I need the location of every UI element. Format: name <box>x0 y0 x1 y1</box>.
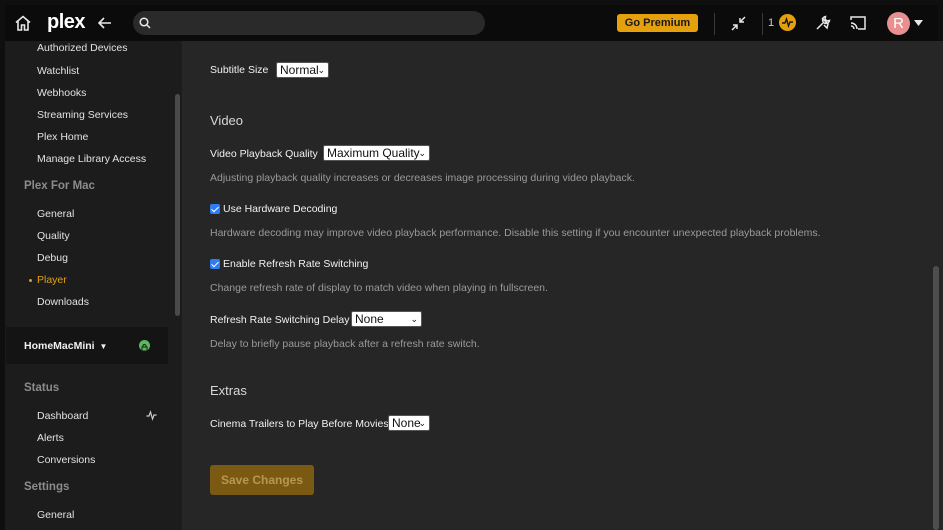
playback-quality-select[interactable]: Maximum Quality ⌄ <box>323 145 430 161</box>
toolbar-divider <box>762 13 763 35</box>
avatar[interactable]: R <box>887 12 910 35</box>
main-scrollbar[interactable] <box>933 266 939 530</box>
avatar-initial: R <box>893 15 904 32</box>
sidebar-item-alerts[interactable]: Alerts <box>37 432 64 444</box>
sidebar-section-plex-for-mac: Plex For Mac <box>24 180 95 192</box>
home-icon[interactable] <box>14 14 32 32</box>
sidebar-section-status: Status <box>24 382 60 394</box>
sidebar-item-webhooks[interactable]: Webhooks <box>37 87 86 99</box>
sidebar-scrollbar[interactable] <box>175 94 180 316</box>
sidebar-item-player[interactable]: Player <box>37 274 67 286</box>
sidebar-item-conversions[interactable]: Conversions <box>37 454 95 466</box>
player-settings-panel: Subtitle Size Normal ⌄ Video Video Playba… <box>182 41 943 530</box>
sidebar-item-authorized-devices[interactable]: Authorized Devices <box>37 42 127 54</box>
refresh-delay-label: Refresh Rate Switching Delay <box>210 314 350 326</box>
back-arrow-icon[interactable] <box>97 15 113 31</box>
search-input[interactable] <box>159 11 483 37</box>
video-section-title: Video <box>210 113 244 128</box>
minimize-icon[interactable] <box>730 15 747 32</box>
playback-quality-label: Video Playback Quality <box>210 148 318 160</box>
select-chevron-icon: ⌄ <box>418 418 426 428</box>
sidebar-item-quality[interactable]: Quality <box>37 230 70 242</box>
plex-logo-text: plex <box>47 11 86 33</box>
chevron-down-icon[interactable] <box>914 20 923 26</box>
select-chevron-icon: ⌄ <box>317 65 325 75</box>
go-premium-button[interactable]: Go Premium <box>617 14 698 32</box>
select-chevron-icon: ⌄ <box>418 148 426 158</box>
save-changes-button[interactable]: Save Changes <box>210 465 314 495</box>
activity-icon[interactable] <box>779 14 796 31</box>
toolbar-divider <box>714 13 715 35</box>
refresh-delay-help: Delay to briefly pause playback after a … <box>210 338 480 350</box>
sidebar-item-downloads[interactable]: Downloads <box>37 296 89 308</box>
sidebar-item-debug[interactable]: Debug <box>37 252 68 264</box>
sidebar-item-dashboard[interactable]: Dashboard <box>37 410 88 422</box>
cinema-trailers-select[interactable]: None ⌄ <box>388 415 430 431</box>
sidebar-item-watchlist[interactable]: Watchlist <box>37 65 79 77</box>
refresh-switch-checkbox[interactable] <box>210 259 220 269</box>
subtitle-size-select[interactable]: Normal ⌄ <box>276 62 329 78</box>
activity-count[interactable]: 1 <box>768 17 774 29</box>
hw-decoding-checkbox[interactable] <box>210 204 220 214</box>
refresh-switch-help: Change refresh rate of display to match … <box>210 282 548 294</box>
refresh-switch-label[interactable]: Enable Refresh Rate Switching <box>223 258 368 270</box>
hw-decoding-help: Hardware decoding may improve video play… <box>210 227 821 239</box>
sidebar-item-streaming-services[interactable]: Streaming Services <box>37 109 128 121</box>
plex-logo[interactable]: plex <box>47 11 86 34</box>
sidebar-item-server-general[interactable]: General <box>37 509 74 521</box>
top-bar: plex Go Premium 1 R <box>5 5 938 41</box>
playback-quality-help: Adjusting playback quality increases or … <box>210 172 635 184</box>
refresh-delay-select[interactable]: None ⌄ <box>351 311 422 327</box>
pulse-icon <box>146 410 157 421</box>
server-name: HomeMacMini ▼ <box>24 340 108 352</box>
active-indicator <box>29 279 32 282</box>
sidebar-item-general[interactable]: General <box>37 208 74 220</box>
extras-section-title: Extras <box>210 383 247 398</box>
sidebar-item-plex-home[interactable]: Plex Home <box>37 131 88 143</box>
hw-decoding-label[interactable]: Use Hardware Decoding <box>223 203 337 215</box>
search-icon <box>139 17 151 29</box>
select-chevron-icon: ⌄ <box>410 314 418 324</box>
settings-sidebar: Authorized Devices Watchlist Webhooks St… <box>5 41 182 530</box>
settings-wrench-icon[interactable] <box>814 14 832 32</box>
cast-icon[interactable] <box>849 15 867 31</box>
sidebar-item-manage-library-access[interactable]: Manage Library Access <box>37 153 146 165</box>
sidebar-section-settings: Settings <box>24 481 70 493</box>
server-selector[interactable]: HomeMacMini ▼ <box>6 327 168 364</box>
search-bar[interactable] <box>133 11 485 37</box>
server-lock-icon <box>139 340 150 352</box>
server-chevron-down-icon: ▼ <box>99 342 108 351</box>
cinema-trailers-label: Cinema Trailers to Play Before Movies <box>210 418 389 430</box>
subtitle-size-label: Subtitle Size <box>210 64 269 76</box>
